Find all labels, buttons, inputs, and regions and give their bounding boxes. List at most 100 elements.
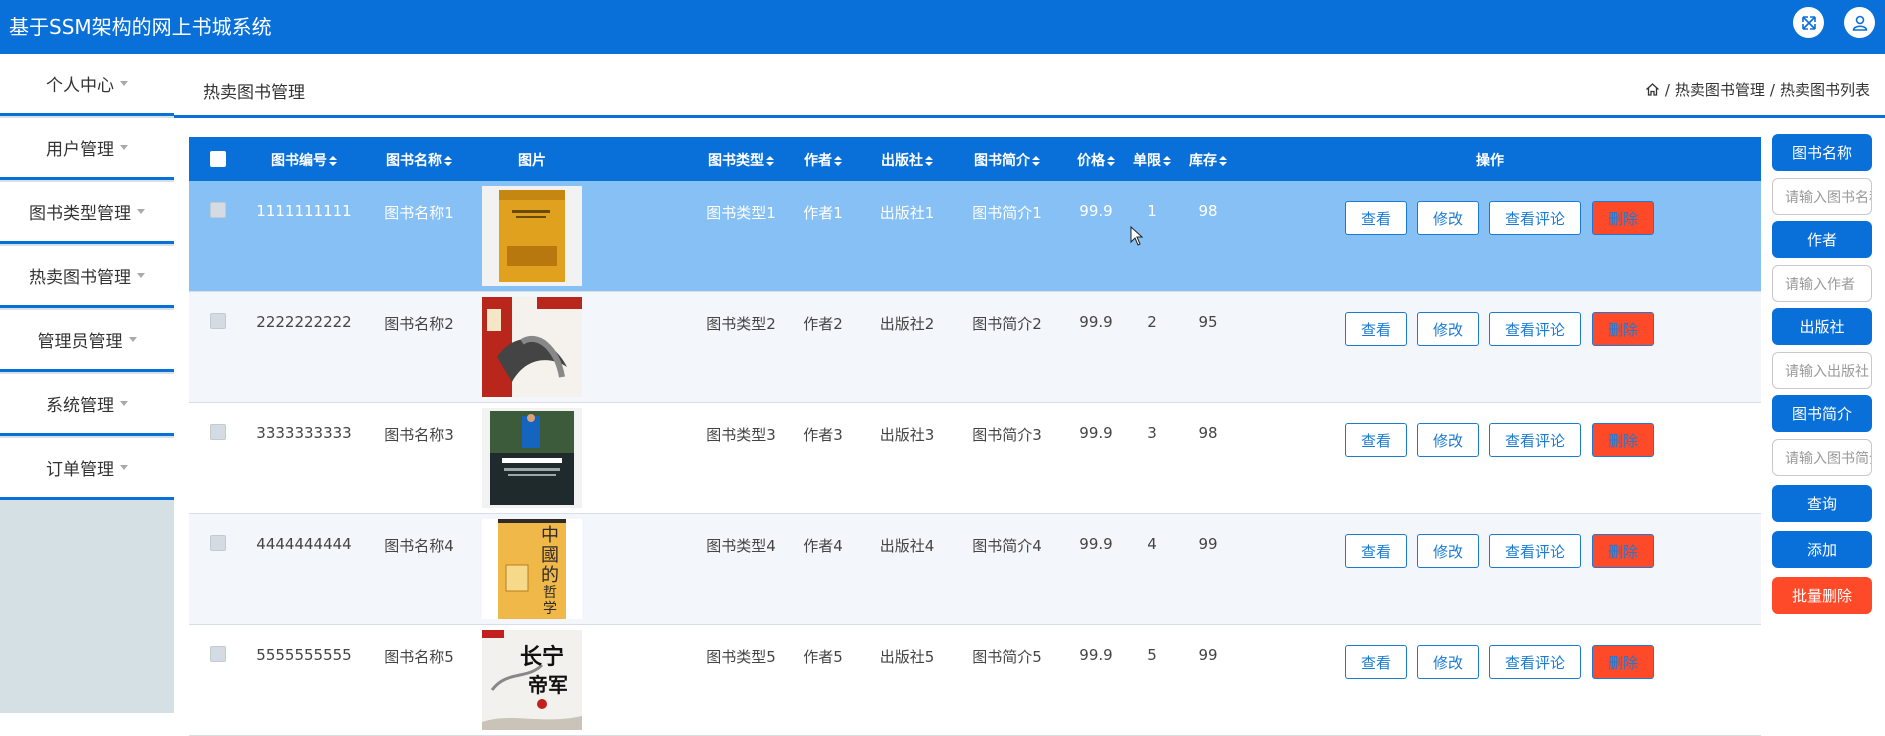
cell-publisher: 出版社1 (879, 204, 935, 222)
sidebar-item-hot-books[interactable]: 热卖图书管理 (0, 246, 174, 308)
column-header-name[interactable]: 图书名称 (369, 150, 469, 170)
delete-button[interactable]: 删除 (1592, 312, 1654, 346)
book-cover-image (482, 297, 582, 397)
app-title: 基于SSM架构的网上书城系统 (9, 15, 272, 39)
view-button[interactable]: 查看 (1345, 534, 1407, 568)
table-row[interactable]: 4444444444 图书名称4 中國的哲学 图书类型4 作者4 出版社4 图书简介4 99.… (189, 514, 1761, 625)
column-header-stock[interactable]: 库存 (1183, 150, 1233, 170)
cell-stock: 98 (1198, 202, 1218, 220)
cell-price: 99.9 (1079, 535, 1113, 553)
sidebar-item-label: 个人中心 (46, 76, 114, 96)
row-checkbox[interactable] (210, 646, 226, 662)
select-all-checkbox[interactable] (210, 151, 226, 167)
cell-limit: 1 (1147, 202, 1157, 220)
delete-button[interactable]: 删除 (1592, 645, 1654, 679)
publisher-input[interactable]: 请输入出版社 (1772, 352, 1872, 389)
breadcrumb-item[interactable]: 热卖图书管理 (1675, 79, 1765, 100)
cell-book-type: 图书类型1 (706, 204, 776, 222)
column-header-id[interactable]: 图书编号 (254, 150, 354, 170)
column-header-publisher[interactable]: 出版社 (874, 150, 940, 170)
view-comments-button[interactable]: 查看评论 (1489, 201, 1581, 235)
batch-delete-button[interactable]: 批量删除 (1772, 577, 1872, 614)
sidebar-item-system[interactable]: 系统管理 (0, 374, 174, 436)
author-input[interactable]: 请输入作者 (1772, 265, 1872, 302)
caret-down-icon (120, 81, 128, 86)
sidebar-item-users[interactable]: 用户管理 (0, 118, 174, 180)
row-checkbox[interactable] (210, 424, 226, 440)
query-button[interactable]: 查询 (1772, 485, 1872, 522)
sort-icon (925, 156, 933, 166)
delete-button[interactable]: 删除 (1592, 423, 1654, 457)
cell-stock: 99 (1198, 535, 1218, 553)
sort-icon (834, 156, 842, 166)
edit-button[interactable]: 修改 (1417, 201, 1479, 235)
view-comments-button[interactable]: 查看评论 (1489, 645, 1581, 679)
edit-button[interactable]: 修改 (1417, 312, 1479, 346)
sidebar-item-profile[interactable]: 个人中心 (0, 54, 174, 116)
cell-author: 作者1 (803, 204, 843, 222)
delete-button[interactable]: 删除 (1592, 201, 1654, 235)
cell-author: 作者3 (803, 426, 843, 444)
sidebar-item-admins[interactable]: 管理员管理 (0, 310, 174, 372)
add-button[interactable]: 添加 (1772, 531, 1872, 568)
edit-button[interactable]: 修改 (1417, 423, 1479, 457)
table-row[interactable]: 5555555555 图书名称5 长宁 帝军 图书类型5 作者5 出版社5 图书简介5 99.9… (189, 625, 1761, 736)
cell-book-intro: 图书简介4 (972, 537, 1042, 555)
view-button[interactable]: 查看 (1345, 645, 1407, 679)
cell-price: 99.9 (1079, 646, 1113, 664)
cell-limit: 2 (1147, 313, 1157, 331)
row-checkbox[interactable] (210, 313, 226, 329)
fullscreen-button[interactable] (1793, 7, 1824, 38)
sidebar-item-book-types[interactable]: 图书类型管理 (0, 182, 174, 244)
view-button[interactable]: 查看 (1345, 201, 1407, 235)
top-header: 基于SSM架构的网上书城系统 (0, 0, 1885, 54)
sidebar-item-label: 系统管理 (46, 396, 114, 416)
caret-down-icon (120, 145, 128, 150)
view-comments-button[interactable]: 查看评论 (1489, 534, 1581, 568)
caret-down-icon (120, 401, 128, 406)
home-icon[interactable] (1645, 82, 1660, 97)
column-header-intro[interactable]: 图书简介 (957, 150, 1057, 170)
table-row[interactable]: 1111111111 图书名称1 图书类型1 作者1 出版社1 图书简介1 99.9 1 98 查… (189, 181, 1761, 292)
sidebar-item-label: 图书类型管理 (29, 204, 131, 224)
column-header-type[interactable]: 图书类型 (699, 150, 783, 170)
view-comments-button[interactable]: 查看评论 (1489, 423, 1581, 457)
book-intro-input[interactable]: 请输入图书简介 (1772, 439, 1872, 476)
cell-book-name: 图书名称1 (384, 204, 454, 222)
sidebar-item-orders[interactable]: 订单管理 (0, 438, 174, 500)
cell-book-name: 图书名称5 (384, 648, 454, 666)
cell-author: 作者5 (803, 648, 843, 666)
cell-publisher: 出版社5 (879, 648, 935, 666)
svg-text:长宁: 长宁 (520, 644, 564, 669)
table-row[interactable]: 2222222222 图书名称2 图书类型2 作者2 出版社2 图书简介2 99.9 2 95 查… (189, 292, 1761, 403)
sort-icon (444, 156, 452, 166)
table-body: 1111111111 图书名称1 图书类型1 作者1 出版社1 图书简介1 99.9 1 98 查… (189, 181, 1761, 736)
author-label: 作者 (1772, 221, 1872, 258)
user-button[interactable] (1844, 7, 1875, 38)
book-name-input[interactable]: 请输入图书名称 (1772, 178, 1872, 215)
column-header-author[interactable]: 作者 (798, 150, 848, 170)
sort-icon (766, 156, 774, 166)
book-name-label: 图书名称 (1772, 134, 1872, 171)
svg-text:帝军: 帝军 (528, 673, 568, 697)
column-header-limit[interactable]: 单限 (1127, 150, 1177, 170)
edit-button[interactable]: 修改 (1417, 645, 1479, 679)
view-button[interactable]: 查看 (1345, 312, 1407, 346)
edit-button[interactable]: 修改 (1417, 534, 1479, 568)
row-checkbox[interactable] (210, 535, 226, 551)
cell-book-type: 图书类型5 (706, 648, 776, 666)
book-intro-label: 图书简介 (1772, 395, 1872, 432)
breadcrumb-separator: / (1664, 80, 1670, 99)
delete-button[interactable]: 删除 (1592, 534, 1654, 568)
cell-stock: 95 (1198, 313, 1218, 331)
cell-book-type: 图书类型3 (706, 426, 776, 444)
row-checkbox[interactable] (210, 202, 226, 218)
cell-book-id: 5555555555 (256, 646, 352, 664)
sort-icon (1219, 156, 1227, 166)
cell-book-intro: 图书简介1 (972, 204, 1042, 222)
column-header-price[interactable]: 价格 (1071, 150, 1121, 170)
view-button[interactable]: 查看 (1345, 423, 1407, 457)
view-comments-button[interactable]: 查看评论 (1489, 312, 1581, 346)
table-row[interactable]: 3333333333 图书名称3 图书类型3 作者3 出版社3 图书简介3 99.9 3 98 查… (189, 403, 1761, 514)
svg-text:中: 中 (541, 525, 559, 545)
